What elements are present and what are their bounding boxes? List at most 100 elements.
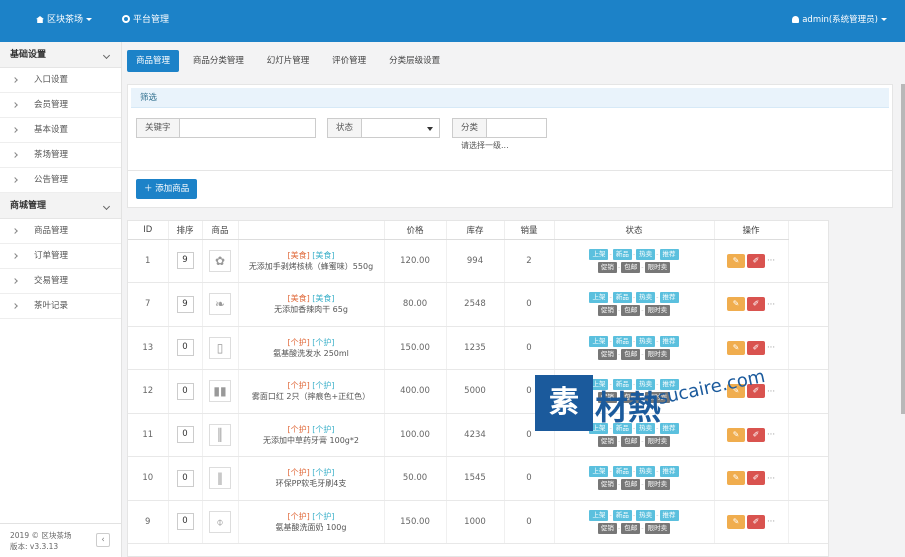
status-badge[interactable]: 上架 bbox=[589, 248, 609, 260]
sidebar-item-notices[interactable]: 公告管理 bbox=[0, 168, 121, 193]
status-select[interactable]: 状态 bbox=[327, 118, 440, 138]
status-badge[interactable]: 新品 bbox=[612, 509, 632, 521]
status-badge[interactable]: 包邮 bbox=[621, 479, 641, 491]
sort-input[interactable]: 9 bbox=[176, 295, 194, 313]
status-badge[interactable]: 热卖 bbox=[636, 379, 656, 391]
product-thumbnail[interactable]: ‖ bbox=[209, 467, 231, 490]
status-badge[interactable]: 促销 bbox=[597, 261, 617, 273]
status-badge[interactable]: 新品 bbox=[612, 422, 632, 434]
col-price[interactable]: 价格 bbox=[384, 221, 447, 240]
sort-input[interactable]: 0 bbox=[176, 382, 194, 400]
status-badge[interactable]: 包邮 bbox=[621, 261, 641, 273]
tab-products[interactable]: 商品管理 bbox=[127, 50, 180, 72]
sidebar-item-tea-records[interactable]: 茶叶记录 bbox=[0, 294, 121, 319]
status-badge[interactable]: 限时卖 bbox=[644, 261, 671, 273]
status-badge[interactable]: 新品 bbox=[612, 379, 632, 391]
brand-menu[interactable]: 区块茶场 bbox=[0, 0, 122, 42]
sidebar-section-shop[interactable]: 商城管理 bbox=[0, 193, 121, 219]
status-badge[interactable]: 上架 bbox=[589, 335, 609, 347]
sidebar-item-entry[interactable]: 入口设置 bbox=[0, 68, 121, 93]
status-badge[interactable]: 促销 bbox=[597, 435, 617, 447]
edit-button[interactable]: ✎ bbox=[726, 340, 745, 355]
more-icon[interactable]: ··· bbox=[767, 343, 775, 353]
col-stock[interactable]: 库存 bbox=[446, 221, 505, 240]
edit-button[interactable]: ✎ bbox=[726, 514, 745, 529]
sidebar-item-transactions[interactable]: 交易管理 bbox=[0, 269, 121, 294]
more-icon[interactable]: ··· bbox=[767, 430, 775, 440]
product-thumbnail[interactable]: ▯ bbox=[209, 336, 231, 359]
status-badge[interactable]: 限时卖 bbox=[644, 305, 671, 317]
product-thumbnail[interactable]: ▮▮ bbox=[209, 380, 231, 403]
status-badge[interactable]: 包邮 bbox=[621, 392, 641, 404]
status-badge[interactable]: 推荐 bbox=[659, 509, 679, 521]
product-thumbnail[interactable]: ❧ bbox=[209, 293, 231, 316]
more-icon[interactable]: ··· bbox=[767, 474, 775, 484]
tab-product-categories[interactable]: 商品分类管理 bbox=[184, 50, 253, 72]
status-badge[interactable]: 热卖 bbox=[636, 292, 656, 304]
category-select[interactable]: 分类请选择一级... bbox=[452, 118, 547, 150]
status-badge[interactable]: 上架 bbox=[589, 379, 609, 391]
status-badge[interactable]: 包邮 bbox=[621, 522, 641, 534]
status-badge[interactable]: 促销 bbox=[597, 522, 617, 534]
more-icon[interactable]: ··· bbox=[767, 256, 775, 266]
status-badge[interactable]: 推荐 bbox=[659, 379, 679, 391]
status-badge[interactable]: 上架 bbox=[589, 466, 609, 478]
sidebar-item-basic-settings[interactable]: 基本设置 bbox=[0, 118, 121, 143]
sort-input[interactable]: 0 bbox=[176, 469, 194, 487]
sidebar-item-orders[interactable]: 订单管理 bbox=[0, 244, 121, 269]
sort-input[interactable]: 0 bbox=[176, 339, 194, 357]
status-badge[interactable]: 包邮 bbox=[621, 435, 641, 447]
status-badge[interactable]: 新品 bbox=[612, 335, 632, 347]
status-badge[interactable]: 新品 bbox=[612, 292, 632, 304]
sidebar-section-basic[interactable]: 基础设置 bbox=[0, 42, 121, 68]
delete-button[interactable]: ✐ bbox=[746, 297, 765, 312]
product-thumbnail[interactable]: ║ bbox=[209, 423, 231, 446]
status-badge[interactable]: 促销 bbox=[597, 479, 617, 491]
status-badge[interactable]: 热卖 bbox=[636, 466, 656, 478]
status-badge[interactable]: 热卖 bbox=[636, 422, 656, 434]
status-badge[interactable]: 促销 bbox=[597, 305, 617, 317]
tab-slides[interactable]: 幻灯片管理 bbox=[258, 50, 319, 72]
sidebar-item-tea-farm[interactable]: 茶场管理 bbox=[0, 143, 121, 168]
sidebar-item-products[interactable]: 商品管理 bbox=[0, 219, 121, 244]
delete-button[interactable]: ✐ bbox=[746, 471, 765, 486]
tab-reviews[interactable]: 评价管理 bbox=[323, 50, 375, 72]
status-badge[interactable]: 推荐 bbox=[659, 335, 679, 347]
delete-button[interactable]: ✐ bbox=[746, 340, 765, 355]
sort-input[interactable]: 0 bbox=[176, 426, 194, 444]
status-badge[interactable]: 包邮 bbox=[621, 348, 641, 360]
status-badge[interactable]: 包邮 bbox=[621, 305, 641, 317]
user-menu[interactable]: admin(系统管理员) bbox=[792, 0, 887, 40]
more-icon[interactable]: ··· bbox=[767, 517, 775, 527]
status-badge[interactable]: 推荐 bbox=[659, 466, 679, 478]
status-badge[interactable]: 新品 bbox=[612, 466, 632, 478]
delete-button[interactable]: ✐ bbox=[746, 253, 765, 268]
status-badge[interactable]: 热卖 bbox=[636, 335, 656, 347]
keyword-field[interactable]: 关键字 bbox=[136, 118, 316, 138]
status-badge[interactable]: 新品 bbox=[612, 248, 632, 260]
sidebar-item-members[interactable]: 会员管理 bbox=[0, 93, 121, 118]
sort-input[interactable]: 0 bbox=[176, 513, 194, 531]
edit-button[interactable]: ✎ bbox=[726, 471, 745, 486]
more-icon[interactable]: ··· bbox=[767, 387, 775, 397]
status-badge[interactable]: 限时卖 bbox=[644, 348, 671, 360]
status-badge[interactable]: 限时卖 bbox=[644, 435, 671, 447]
status-badge[interactable]: 上架 bbox=[589, 292, 609, 304]
status-badge[interactable]: 推荐 bbox=[659, 248, 679, 260]
delete-button[interactable]: ✐ bbox=[746, 514, 765, 529]
module-title[interactable]: 平台管理 bbox=[122, 0, 169, 42]
status-badge[interactable]: 热卖 bbox=[636, 248, 656, 260]
status-badge[interactable]: 推荐 bbox=[659, 422, 679, 434]
scrollbar[interactable] bbox=[901, 84, 905, 414]
product-thumbnail[interactable]: ⌽ bbox=[209, 510, 231, 533]
tab-category-levels[interactable]: 分类层级设置 bbox=[380, 50, 449, 72]
status-badge[interactable]: 热卖 bbox=[636, 509, 656, 521]
status-badge[interactable]: 上架 bbox=[589, 422, 609, 434]
status-badge[interactable]: 促销 bbox=[597, 348, 617, 360]
col-id[interactable]: ID bbox=[128, 221, 169, 240]
status-badge[interactable]: 上架 bbox=[589, 509, 609, 521]
edit-button[interactable]: ✎ bbox=[726, 427, 745, 442]
col-sort[interactable]: 排序 bbox=[168, 221, 203, 240]
status-badge[interactable]: 限时卖 bbox=[644, 522, 671, 534]
delete-button[interactable]: ✐ bbox=[746, 427, 765, 442]
